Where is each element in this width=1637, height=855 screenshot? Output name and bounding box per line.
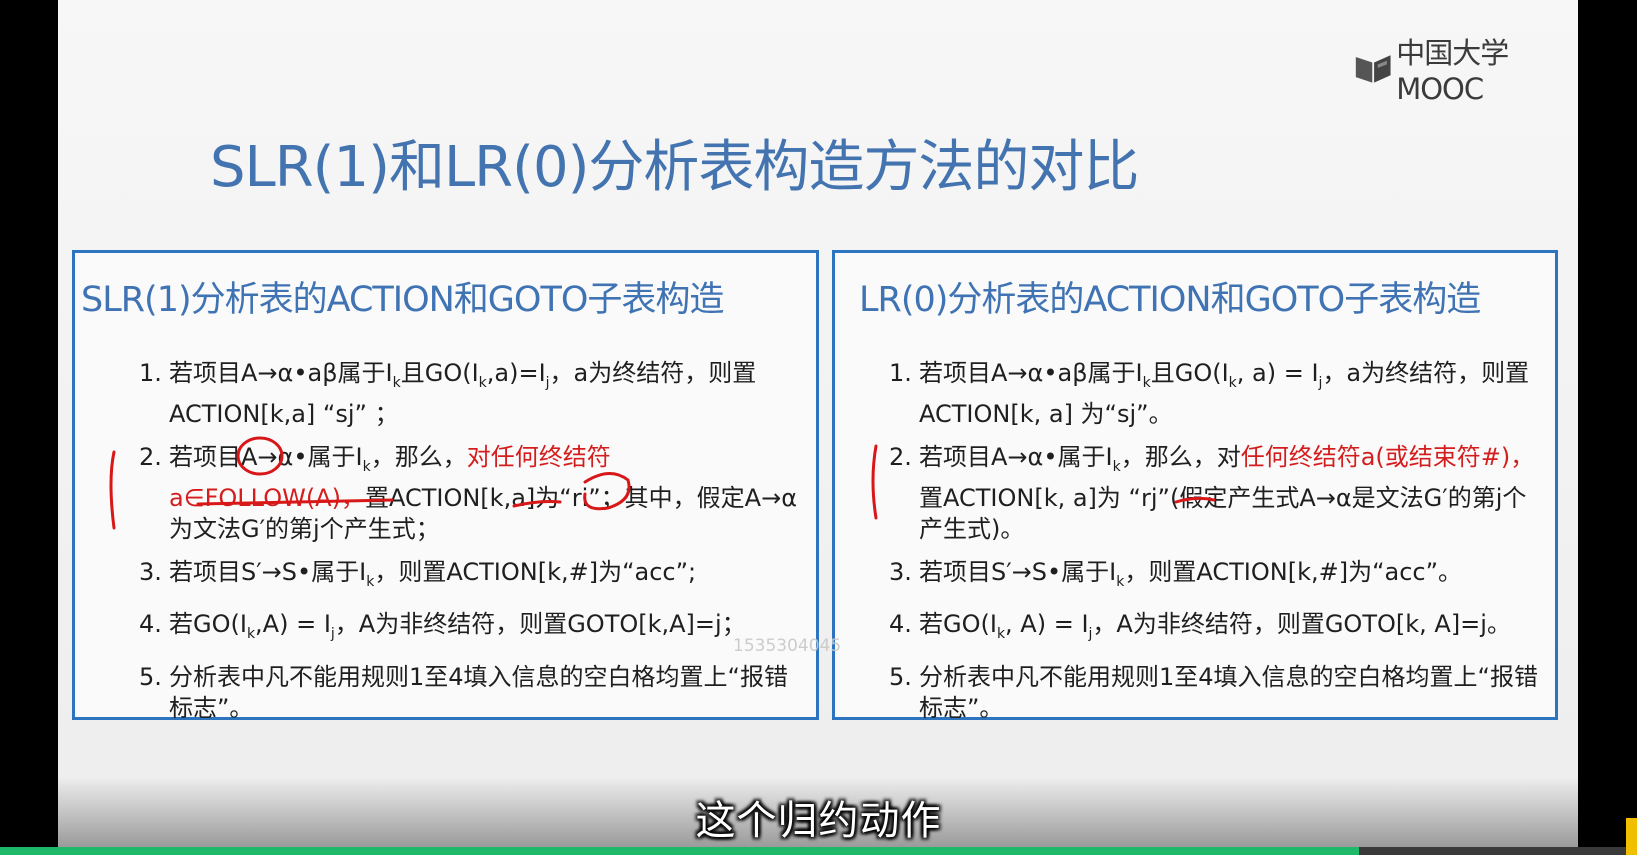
lr0-rule-5: 5. 分析表中凡不能用规则1至4填入信息的空白格均置上“报错标志”。 [889, 662, 1545, 724]
slide-title: SLR(1)和LR(0)分析表构造方法的对比 [210, 135, 1139, 200]
slr1-rule-2: 2. 若项目A→α•属于Ik，那么，对任何终结符a∈FOLLOW(A)，置ACTI… [139, 442, 802, 545]
rule-text: 若项目A→α•属于Ik，那么，对任何终结符a(或结束符#)，置ACTION[k,… [919, 442, 1535, 543]
rule-text: 若项目S′→S•属于Ik，则置ACTION[k,#]为“acc”; [169, 557, 697, 590]
progress-fill [0, 847, 1359, 855]
lr0-rule-list: 1. 若项目A→α•aβ属于Ik且GO(Ik, a) = Ij，a为终结符，则置A… [889, 358, 1545, 736]
lr0-rule-3: 3. 若项目S′→S•属于Ik，则置ACTION[k,#]为“acc”。 [889, 557, 1545, 598]
rule-text: 分析表中凡不能用规则1至4填入信息的空白格均置上“报错标志”。 [169, 663, 788, 723]
rule-text: 若项目A→α•aβ属于Ik且GO(Ik,a)=Ij，a为终结符，则置ACTION… [169, 359, 757, 428]
rule-text: 若项目A→α•属于Ik，那么，对任何终结符a∈FOLLOW(A)，置ACTION… [169, 442, 798, 543]
video-player[interactable]: 中国大学MOOC SLR(1)和LR(0)分析表构造方法的对比 SLR(1)分析… [0, 0, 1637, 855]
rule-number: 2. [139, 442, 162, 471]
rule-text: 若GO(Ik, A) = Ij，A为非终结符，则置GOTO[k, A]=j。 [919, 610, 1511, 643]
rule-number: 1. [139, 359, 162, 387]
book-icon [1355, 55, 1391, 83]
slr1-rule-3: 3. 若项目S′→S•属于Ik，则置ACTION[k,#]为“acc”; [139, 557, 802, 598]
progress-bar[interactable] [0, 847, 1637, 855]
rule-number: 5. [889, 663, 912, 692]
rule-text: 若项目A→α•aβ属于Ik且GO(Ik, a) = Ij，a为终结符，则置ACT… [919, 359, 1530, 428]
rule-number: 1. [889, 359, 912, 387]
rule-number: 5. [139, 663, 162, 692]
lr0-panel-title: LR(0)分析表的ACTION和GOTO子表构造 [859, 280, 1481, 320]
lr0-panel: LR(0)分析表的ACTION和GOTO子表构造 1. 若项目A→α•aβ属于Ik… [832, 250, 1558, 722]
mooc-logo: 中国大学MOOC [1354, 30, 1578, 106]
rule-number: 4. [889, 610, 912, 639]
lr0-rule-2: 2. 若项目A→α•属于Ik，那么，对任何终结符a(或结束符#)，置ACTION[… [889, 442, 1545, 545]
rule-number: 3. [139, 557, 162, 586]
rule-text: 若项目S′→S•属于Ik，则置ACTION[k,#]为“acc”。 [919, 557, 1463, 590]
watermark: 1535304045 [733, 636, 842, 656]
lr0-rule-4: 4. 若GO(Ik, A) = Ij，A为非终结符，则置GOTO[k, A]=j。 [889, 609, 1545, 650]
rule-number: 4. [139, 610, 162, 639]
slr1-rule-1: 1. 若项目A→α•aβ属于Ik且GO(Ik,a)=Ij，a为终结符，则置ACTI… [139, 358, 802, 430]
rule-number: 2. [889, 442, 912, 471]
rule-text: 分析表中凡不能用规则1至4填入信息的空白格均置上“报错标志”。 [919, 663, 1538, 723]
slr1-panel-title: SLR(1)分析表的ACTION和GOTO子表构造 [81, 280, 724, 320]
subtitle: 这个归约动作 [695, 798, 942, 844]
lr0-rule-1: 1. 若项目A→α•aβ属于Ik且GO(Ik, a) = Ij，a为终结符，则置A… [889, 358, 1545, 430]
rule-text: 若GO(Ik,A) = Ij，A为非终结符，则置GOTO[k,A]=j； [169, 610, 746, 643]
slr1-rule-list: 1. 若项目A→α•aβ属于Ik且GO(Ik,a)=Ij，a为终结符，则置ACTI… [139, 358, 802, 736]
slr1-panel: SLR(1)分析表的ACTION和GOTO子表构造 1. 若项目A→α•aβ属于I… [72, 250, 819, 722]
slr1-rule-4: 4. 若GO(Ik,A) = Ij，A为非终结符，则置GOTO[k,A]=j； [139, 609, 802, 650]
slr1-rule-5: 5. 分析表中凡不能用规则1至4填入信息的空白格均置上“报错标志”。 [139, 662, 802, 724]
logo-text: 中国大学MOOC [1396, 36, 1509, 106]
rule-number: 3. [889, 557, 912, 586]
scroll-marker [1626, 818, 1637, 855]
